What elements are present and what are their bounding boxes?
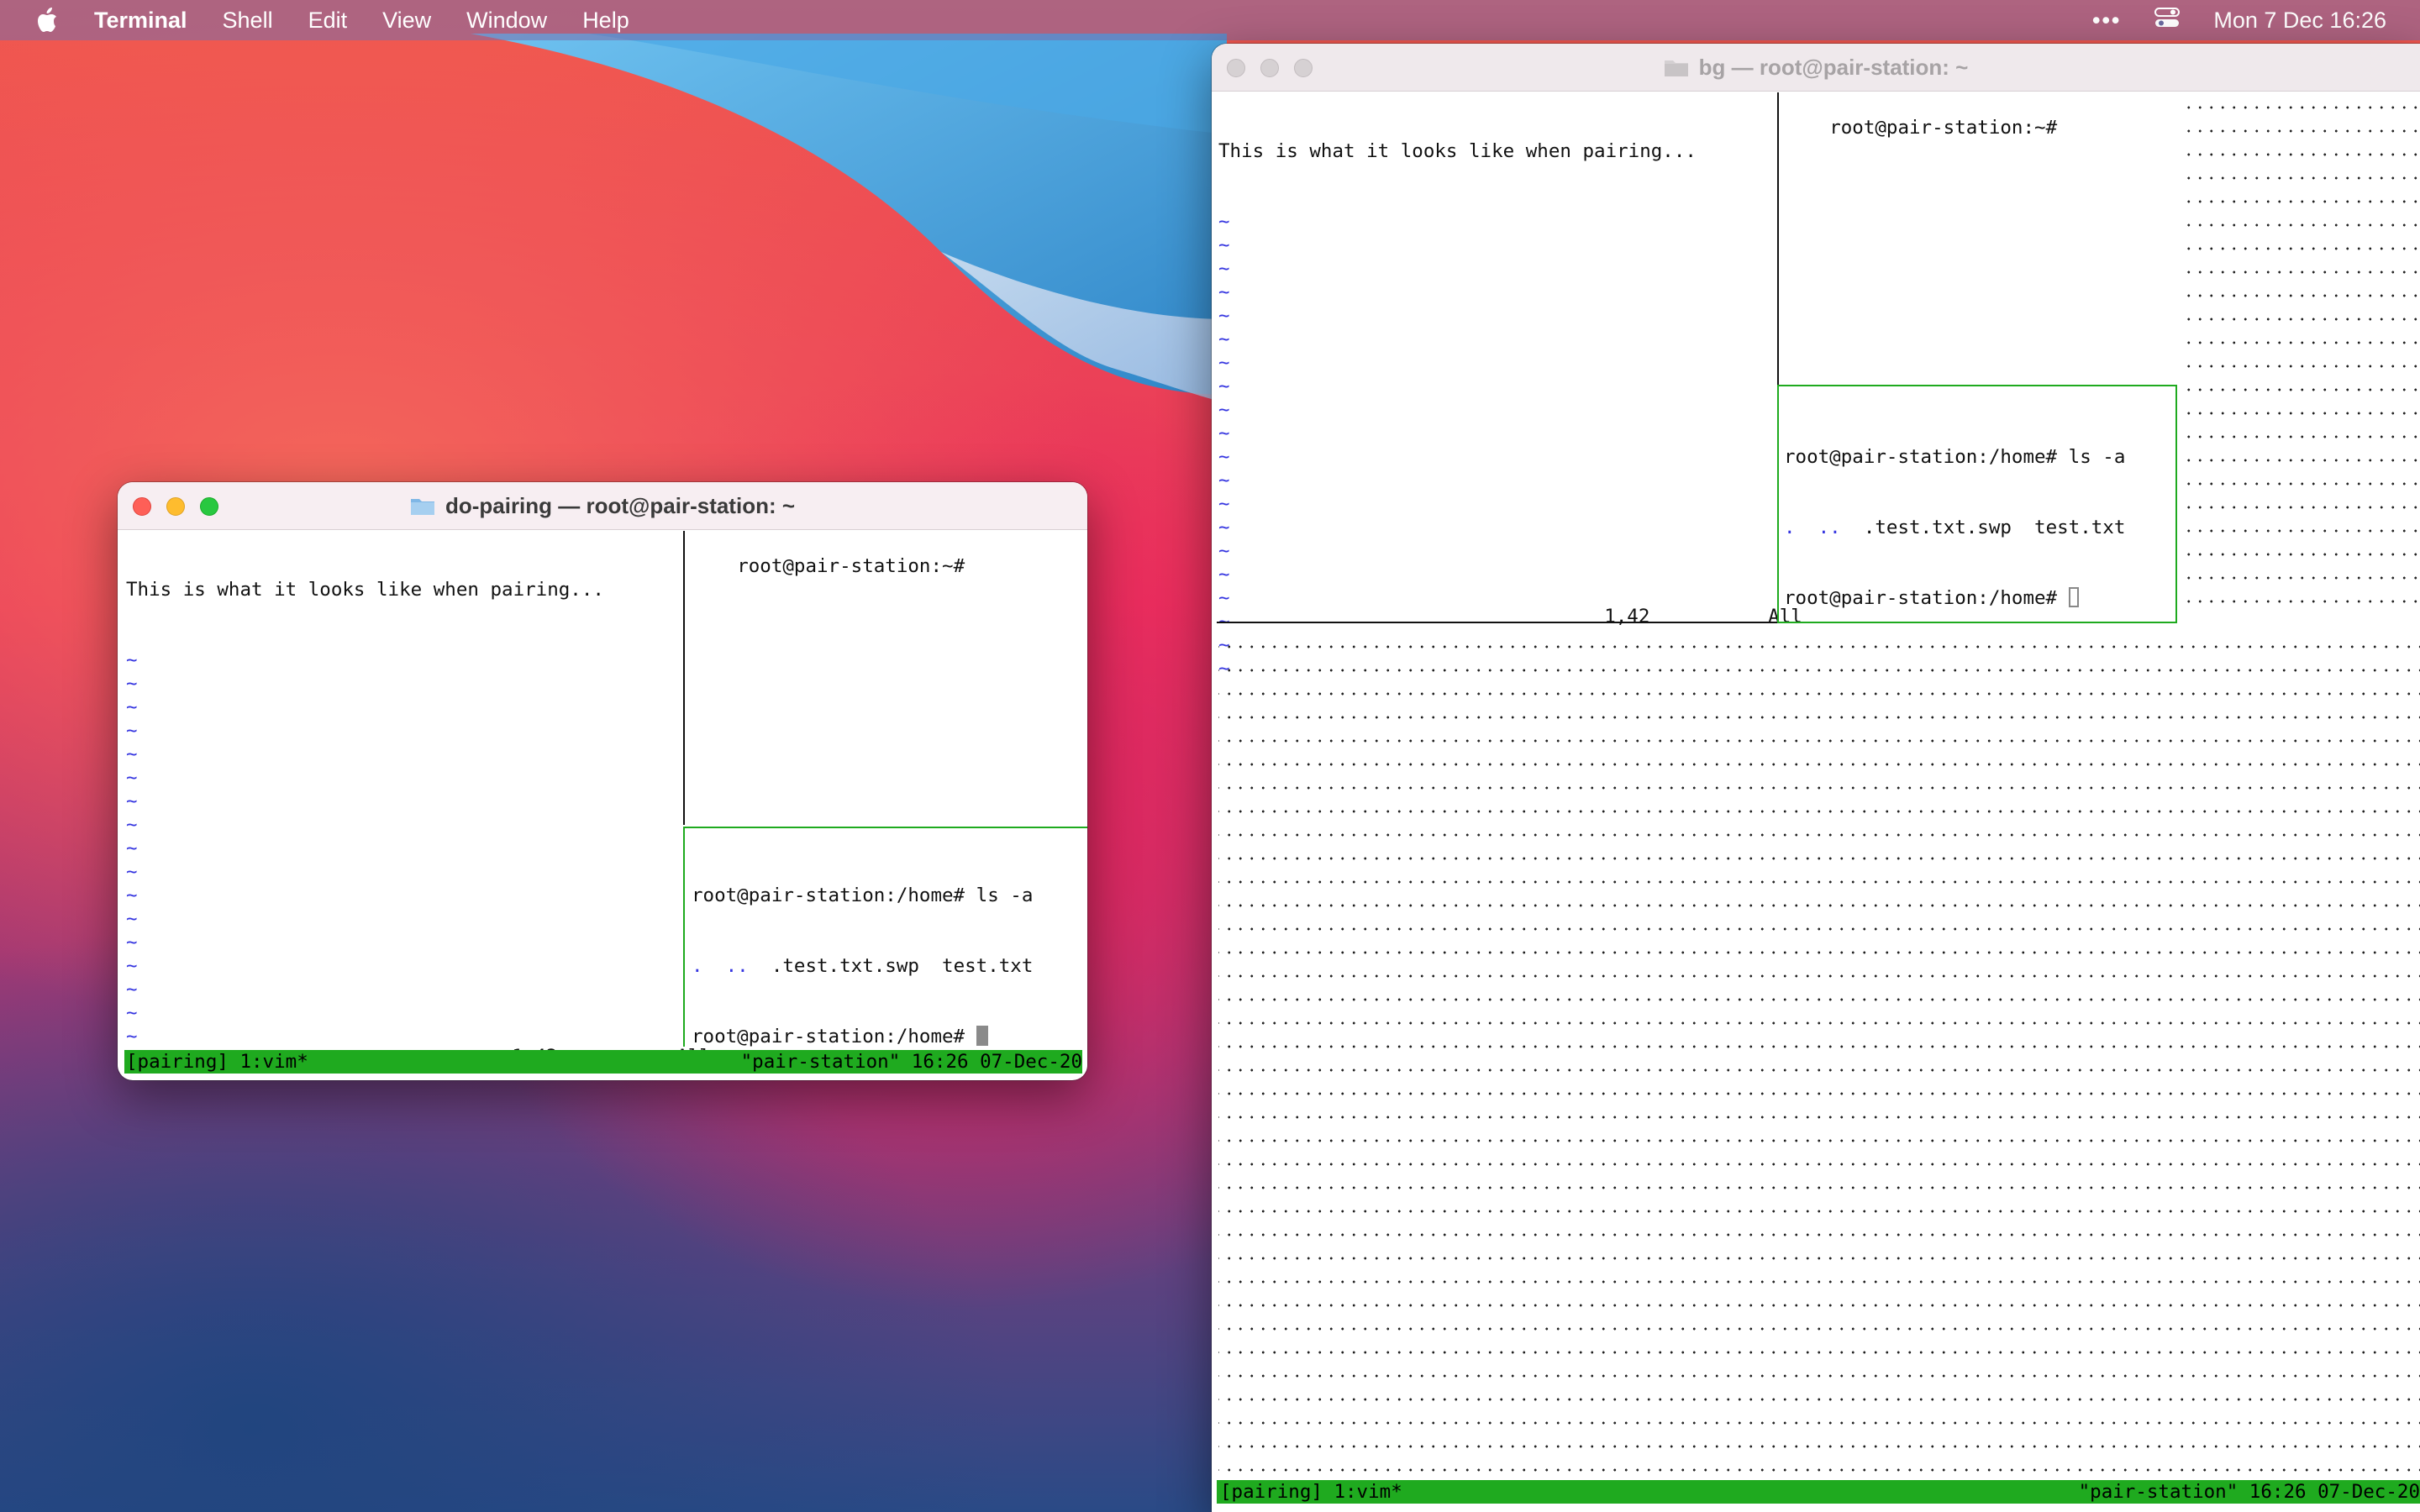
tmux-host-time: "pair-station" 16:26 07-Dec-20 xyxy=(2078,1481,2420,1503)
shell-prompt: root@pair-station:~# xyxy=(1829,117,2058,139)
text-cursor xyxy=(976,1026,988,1046)
ls-dir-entries: . .. xyxy=(692,955,749,977)
menubar-clock[interactable]: Mon 7 Dec 16:26 xyxy=(2213,8,2386,34)
zoom-button[interactable] xyxy=(200,497,218,516)
shell-prompt: root@pair-station:/home# xyxy=(692,1026,976,1047)
shell-pane-bottom[interactable]: root@pair-station:/home# ls -a . .. .tes… xyxy=(692,837,1033,1080)
minimize-button[interactable] xyxy=(166,497,185,516)
folder-icon xyxy=(410,496,435,516)
pane-border-vertical xyxy=(1777,92,1779,425)
zoom-button[interactable] xyxy=(1294,59,1313,77)
close-button[interactable] xyxy=(1227,59,1245,77)
menu-app-terminal[interactable]: Terminal xyxy=(94,8,187,34)
unused-area-bottom xyxy=(1218,632,2420,1472)
shell-command-line: root@pair-station:/home# ls -a xyxy=(692,885,1034,906)
more-menu-icon[interactable]: ••• xyxy=(2092,8,2121,34)
menu-window[interactable]: Window xyxy=(466,8,547,34)
menu-edit[interactable]: Edit xyxy=(308,8,348,34)
titlebar-do-pairing[interactable]: do-pairing — root@pair-station: ~ xyxy=(118,482,1087,530)
ls-dir-entries: . .. xyxy=(1784,517,1841,538)
vim-empty-lines: ~ ~ ~ ~ ~ ~ ~ ~ ~ ~ ~ ~ ~ ~ ~ ~ ~ ~ ~ ~ xyxy=(1218,211,1230,680)
window-controls xyxy=(133,497,218,516)
vim-pane[interactable]: This is what it looks like when pairing.… xyxy=(1218,92,1765,680)
window-title: do-pairing — root@pair-station: ~ xyxy=(445,492,796,518)
tmux-session-info: [pairing] 1:vim* xyxy=(126,1051,308,1073)
tmux-status-bar: [pairing] 1:vim* "pair-station" 16:26 07… xyxy=(1217,1480,2420,1504)
shell-pane-bottom[interactable]: root@pair-station:/home# ls -a . .. .tes… xyxy=(1784,398,2125,657)
ls-file-entries: .test.txt.swp test.txt xyxy=(1840,517,2126,538)
shell-prompt-line: root@pair-station:/home# xyxy=(1784,586,2125,610)
terminal-window-bg: bg — root@pair-station: ~ This is what i… xyxy=(1212,44,2420,1512)
ls-file-entries: .test.txt.swp test.txt xyxy=(748,955,1034,977)
tmux-session-info: [pairing] 1:vim* xyxy=(1220,1481,1402,1503)
control-center-icon[interactable] xyxy=(2154,7,2181,34)
window-controls xyxy=(1227,59,1313,77)
menu-shell[interactable]: Shell xyxy=(223,8,273,34)
folder-icon xyxy=(1664,57,1689,77)
pane-border-vertical xyxy=(683,531,685,825)
pane-border-horizontal xyxy=(1217,622,1778,623)
shell-prompt: root@pair-station:~# xyxy=(737,555,965,577)
vim-pane[interactable]: This is what it looks like when pairing.… xyxy=(126,531,672,1080)
terminal-window-do-pairing: do-pairing — root@pair-station: ~ This i… xyxy=(118,482,1087,1080)
vim-empty-lines: ~ ~ ~ ~ ~ ~ ~ ~ ~ ~ ~ ~ ~ ~ ~ ~ ~ ~ ~ ~ xyxy=(126,649,138,1080)
tmux-host-time: "pair-station" 16:26 07-Dec-20 xyxy=(740,1051,1082,1073)
menu-view[interactable]: View xyxy=(382,8,431,34)
shell-prompt: root@pair-station:/home# xyxy=(1784,587,2069,609)
ls-output: . .. .test.txt.swp test.txt xyxy=(1784,516,2125,539)
tmux-status-bar: [pairing] 1:vim* "pair-station" 16:26 07… xyxy=(124,1050,1082,1074)
vim-position: 1,42 xyxy=(1604,606,1650,627)
apple-menu-icon[interactable] xyxy=(34,5,60,35)
minimize-button[interactable] xyxy=(1260,59,1279,77)
shell-command-line: root@pair-station:/home# ls -a xyxy=(1784,446,2126,468)
vim-text-line: This is what it looks like when pairing.… xyxy=(126,579,604,601)
text-cursor xyxy=(2068,587,2079,607)
unused-area-right xyxy=(2180,96,2420,623)
menu-bar: Terminal Shell Edit View Window Help •••… xyxy=(0,0,2420,40)
titlebar-bg[interactable]: bg — root@pair-station: ~ xyxy=(1212,44,2420,92)
menu-help[interactable]: Help xyxy=(582,8,629,34)
ls-output: . .. .test.txt.swp test.txt xyxy=(692,954,1033,978)
shell-pane-top[interactable]: root@pair-station:~# xyxy=(692,531,965,601)
vim-text-line: This is what it looks like when pairing.… xyxy=(1218,140,1697,162)
window-title: bg — root@pair-station: ~ xyxy=(1698,54,1969,80)
shell-prompt-line: root@pair-station:/home# xyxy=(692,1025,1033,1048)
shell-pane-top[interactable]: root@pair-station:~# xyxy=(1784,92,2057,163)
close-button[interactable] xyxy=(133,497,151,516)
